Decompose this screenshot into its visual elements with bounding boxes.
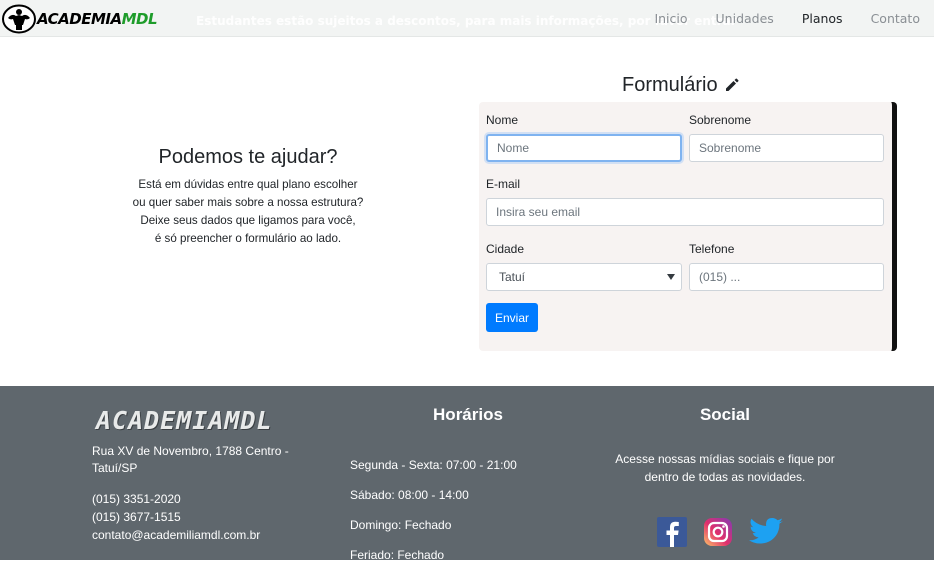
nome-input[interactable]: Nome [486, 134, 682, 162]
pencil-icon [725, 78, 739, 91]
nome-label: Nome [486, 113, 519, 127]
form-title-text: Formulário [622, 73, 718, 96]
sobrenome-input[interactable]: Sobrenome [689, 134, 884, 162]
facebook-icon[interactable] [657, 517, 687, 547]
hours-list: Segunda - Sexta: 07:00 - 21:00 Sábado: 0… [350, 450, 517, 570]
main-nav: Inicio Unidades Planos Contato [640, 0, 934, 37]
nav-inicio[interactable]: Inicio [640, 11, 701, 26]
nav-unidades[interactable]: Unidades [702, 11, 788, 26]
help-line: é só preencher o formulário ao lado. [154, 232, 342, 245]
email-input[interactable]: Insira seu email [486, 198, 884, 226]
logo[interactable]: ACADEMIAMDL [2, 4, 158, 34]
footer-contact: (015) 3351-2020 (015) 3677-1515 contato@… [92, 490, 260, 544]
help-line: Deixe seus dados que ligamos para você, [140, 214, 356, 227]
cidade-label: Cidade [486, 242, 525, 256]
telefone-input[interactable]: (015) ... [689, 263, 884, 291]
email-label: E-mail [486, 177, 521, 191]
logo-text: ACADEMIAMDL [37, 10, 158, 28]
help-title: Podemos te ajudar? [158, 146, 338, 168]
social-text: Acesse nossas mídias sociais e fique por… [615, 452, 835, 484]
instagram-icon[interactable] [703, 517, 733, 547]
footer-email[interactable]: contato@academiliamdl.com.br [92, 526, 260, 544]
footer: ACADEMIAMDL Rua XV de Novembro, 1788 Cen… [0, 386, 934, 562]
telefone-label: Telefone [689, 242, 735, 256]
contact-form: Nome Nome Sobrenome Sobrenome E-mail Ins… [479, 102, 895, 351]
navbar: ACADEMIAMDL Estudantes estão sujeitos a … [0, 0, 934, 37]
help-line: Está em dúvidas entre qual plano escolhe… [138, 178, 358, 191]
hours-title: Horários [433, 405, 503, 424]
twitter-icon[interactable] [749, 517, 785, 547]
sobrenome-label: Sobrenome [689, 113, 752, 127]
social-icons [657, 517, 785, 547]
chevron-down-icon [667, 274, 675, 280]
social-title: Social [699, 405, 751, 424]
form-title: Formulário [622, 72, 740, 98]
footer-address: Rua XV de Novembro, 1788 Centro - Tatuí/… [92, 444, 289, 475]
help-text: Está em dúvidas entre qual plano escolhe… [120, 176, 376, 248]
footer-phone: (015) 3677-1515 [92, 510, 181, 524]
help-line: ou quer saber mais sobre a nossa estrutu… [132, 196, 364, 209]
hours-item: Segunda - Sexta: 07:00 - 21:00 [350, 458, 517, 472]
hours-item: Domingo: Fechado [350, 518, 452, 532]
hours-item: Sábado: 08:00 - 14:00 [350, 488, 469, 502]
hours-item: Feriado: Fechado [350, 548, 445, 562]
footer-phone: (015) 3351-2020 [92, 492, 181, 506]
submit-button[interactable]: Enviar [486, 303, 538, 332]
footer-logo: ACADEMIAMDL [96, 406, 273, 435]
cidade-select[interactable]: Tatuí [486, 263, 682, 291]
cidade-value: Tatuí [499, 270, 526, 284]
bodybuilder-emblem-icon [2, 4, 36, 34]
nav-planos[interactable]: Planos [788, 11, 857, 26]
nav-contato[interactable]: Contato [857, 11, 934, 26]
